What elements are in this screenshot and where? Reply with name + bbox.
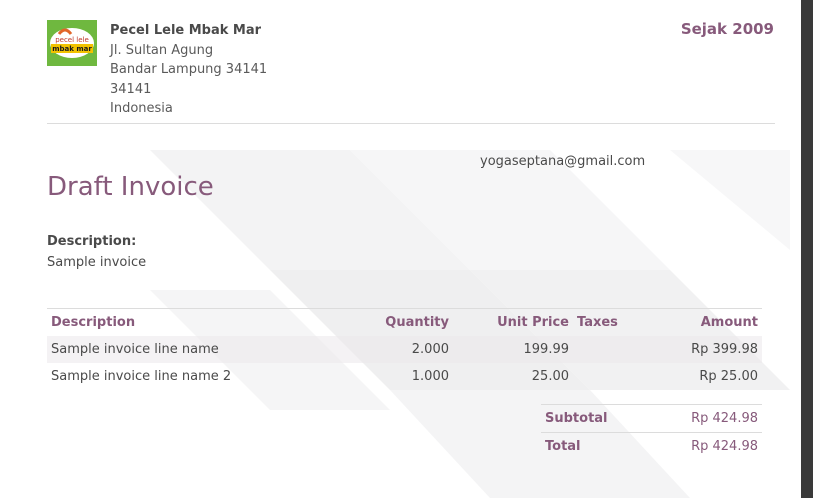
line-taxes: [573, 336, 651, 363]
header-divider: [47, 123, 775, 124]
subtotal-row: Subtotal Rp 424.98: [541, 404, 762, 433]
line-quantity: 1.000: [411, 369, 449, 384]
line-quantity: 2.000: [373, 336, 453, 363]
subtotal-label: Subtotal: [541, 404, 649, 433]
line-description: Sample invoice line name 2: [51, 369, 232, 384]
line-unit-price: 199.99: [453, 336, 573, 363]
column-header-description: Description: [47, 308, 373, 336]
subtotal-value: Rp 424.98: [648, 404, 762, 433]
table-header-row: Description Quantity Unit Price Taxes Am…: [47, 308, 762, 336]
description-value: Sample invoice: [47, 255, 147, 270]
address-line: Bandar Lampung 34141: [110, 62, 268, 77]
address-line: 34141: [110, 81, 152, 97]
line-amount: Rp 399.98: [651, 336, 762, 363]
table-row: Sample invoice line name 2.000 199.99 Rp…: [47, 336, 762, 363]
company-name: Pecel Lele Mbak Mar: [110, 23, 262, 38]
customer-email: yogaseptana@gmail.com: [480, 154, 646, 169]
invoice-lines-table: Description Quantity Unit Price Taxes Am…: [47, 308, 762, 390]
column-header-unit-price: Unit Price: [453, 308, 573, 336]
column-header-amount: Amount: [651, 308, 762, 336]
column-header-taxes: Taxes: [573, 308, 651, 336]
address-line: Indonesia: [110, 101, 173, 116]
company-address: Pecel Lele Mbak Mar Jl. Sultan Agung Ban…: [110, 21, 267, 119]
line-unit-price: 25.00: [531, 369, 569, 384]
table-row: Sample invoice line name 2 1.000 25.00 R…: [47, 363, 762, 390]
total-row: Total Rp 424.98: [541, 432, 762, 460]
column-header-quantity: Quantity: [373, 308, 453, 336]
company-tagline: Sejak 2009: [680, 20, 774, 38]
line-description: Sample invoice line name: [47, 336, 373, 363]
total-value: Rp 424.98: [648, 432, 762, 460]
line-amount: Rp 25.00: [699, 369, 758, 384]
invoice-page: pecel lele mbak mar Pecel Lele Mbak Mar …: [0, 0, 801, 498]
totals-table: Subtotal Rp 424.98 Total Rp 424.98: [541, 404, 762, 460]
description-label: Description:: [47, 234, 137, 249]
line-taxes: [573, 363, 651, 390]
logo-text-line1: pecel lele: [55, 36, 89, 44]
logo-text-line2: mbak mar: [52, 45, 92, 53]
address-line: Jl. Sultan Agung: [110, 42, 214, 58]
total-label: Total: [541, 432, 649, 460]
invoice-title: Draft Invoice: [47, 172, 214, 202]
company-logo: pecel lele mbak mar: [47, 20, 97, 66]
